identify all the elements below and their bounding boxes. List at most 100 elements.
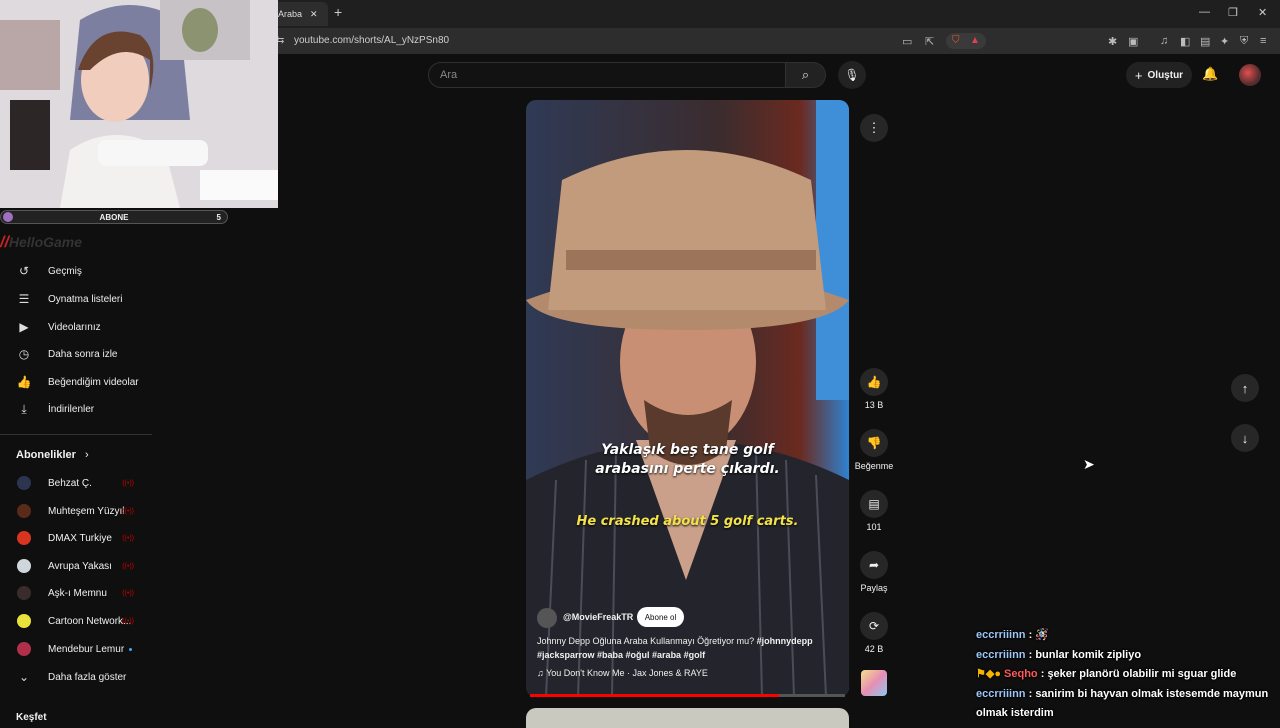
subscription-label: Behzat Ç. [48,477,92,489]
subscription-mendebur-lemur[interactable]: Mendebur Lemur [0,636,152,662]
sidebar-item-liked-videos[interactable]: 👍 Beğendiğim videolar [0,369,152,395]
cast-icon[interactable]: ▭ [902,35,912,48]
search-input[interactable] [428,62,786,88]
plus-icon: + [1134,67,1143,83]
chat-username: Seqho [1004,668,1038,680]
subscription-muhtesem-yuzyil[interactable]: Muhteşem Yüzyıl ((•)) [0,498,152,524]
next-short-button[interactable]: ↓ [1231,424,1259,452]
subscription-behzat[interactable]: Behzat Ç. ((•)) [0,470,152,496]
account-avatar[interactable] [1239,64,1261,86]
sidebar-toggle-icon[interactable]: ◧ [1180,35,1190,48]
video-progress-bar[interactable] [530,694,845,697]
chat-separator: : [1025,629,1036,641]
minimize-icon[interactable]: — [1199,6,1210,18]
reader-icon[interactable]: ▣ [1128,35,1138,48]
video-frame-image [526,100,849,697]
sound-thumbnail[interactable] [861,670,887,696]
previous-short-button[interactable]: ↑ [1231,374,1259,402]
sidebar-item-watch-later[interactable]: ◷ Daha sonra izle [0,341,152,367]
more-options-button[interactable]: ⋮ [860,114,888,142]
subscriptions-heading[interactable]: Abonelikler › [16,449,89,461]
close-window-icon[interactable]: ✕ [1258,6,1267,19]
subtitle-line: Yaklaşık beş tane golf [601,442,774,458]
chat-message: ⚑◆● Seqho : şeker planörü olabilir mi sg… [976,665,1276,685]
chat-separator: : [1037,668,1048,680]
comments-button[interactable]: ▤ 101 [854,490,894,532]
video-title[interactable]: Johnny Depp Oğluna Araba Kullanmayı Öğre… [537,634,827,662]
thumbs-down-icon: 👎 [860,429,888,457]
more-vert-icon: ⋮ [867,120,881,135]
next-video-preview[interactable] [526,708,849,728]
tab-title: Araba [278,9,303,19]
explore-heading: Keşfet [16,712,47,723]
share-icon: ➦ [860,551,888,579]
create-button[interactable]: + Oluştur [1126,62,1192,88]
channel-name[interactable]: @MovieFreakTR [563,612,633,622]
remix-button[interactable]: ⟳ 42 B [854,612,894,654]
subscription-ask-i-memnu[interactable]: Aşk-ı Memnu ((•)) [0,580,152,606]
chat-username: eccrriiinn [976,629,1026,641]
search-placeholder: Ara [440,69,458,81]
arrow-up-icon: ↑ [1241,380,1249,396]
like-button[interactable]: 👍 13 B [854,368,894,410]
url-text[interactable]: youtube.com/shorts/AL_yNzPSn80 [294,35,449,46]
shields-group[interactable]: ⛉ ▲ [946,33,986,49]
channel-avatar [17,614,31,628]
voice-search-button[interactable]: 🎙 [838,61,866,89]
watch-later-icon: ◷ [18,347,30,361]
channel-avatar[interactable] [537,608,557,628]
subscription-cartoon-network[interactable]: Cartoon Network... ((•)) [0,608,152,634]
live-indicator-icon: ((•)) [122,617,134,625]
comment-icon: ▤ [860,490,888,518]
stream-logo-watermark: //HelloGame [0,234,83,251]
subscription-label: Muhteşem Yüzyıl [48,505,125,517]
subscribe-button[interactable]: Abone ol [637,607,684,627]
music-attribution[interactable]: ♫ You Don't Know Me · Jax Jones & RAYE [537,668,708,678]
share-button[interactable]: ➦ Paylaş [854,551,894,593]
new-content-dot [129,647,132,651]
notifications-bell-icon[interactable]: 🔔 [1202,66,1218,82]
webcam-overlay [0,0,278,208]
sidebar-item-your-videos[interactable]: ▶ Videolarınız [0,314,152,340]
wallet-icon[interactable]: ▤ [1200,35,1210,48]
create-label: Oluştur [1147,69,1184,81]
sidebar-item-label: Oynatma listeleri [48,293,123,305]
shorts-video-player[interactable] [526,100,849,697]
channel-avatar [17,531,31,545]
music-icon[interactable]: ♫ [1160,35,1168,47]
share-page-icon[interactable]: ⇱ [925,35,934,48]
show-more-button[interactable]: ⌄ Daha fazla göster [0,664,152,690]
browser-tab[interactable]: Araba ✕ [272,2,328,26]
sidebar-item-label: Geçmiş [48,265,82,277]
subscription-label: Cartoon Network... [48,615,132,627]
channel-avatar [17,586,31,600]
restore-icon[interactable]: ❐ [1228,6,1238,19]
close-tab-icon[interactable]: ✕ [310,9,318,20]
chat-text: bunlar komik zipliyo [1035,648,1142,661]
show-more-label: Daha fazla göster [48,671,127,683]
new-tab-button[interactable]: + [334,4,342,20]
sidebar-item-history[interactable]: ↺ Geçmiş [0,258,152,284]
sidebar-item-playlists[interactable]: ☰ Oynatma listeleri [0,286,152,312]
subscription-avrupa-yakasi[interactable]: Avrupa Yakası ((•)) [0,553,152,579]
rewards-icon[interactable]: ▲ [970,35,980,46]
extensions-icon[interactable]: ✱ [1108,35,1117,48]
history-icon: ↺ [18,264,30,278]
vpn-icon[interactable]: ⛨ [1240,35,1248,48]
chat-text: 🪅 [1035,629,1050,641]
menu-icon[interactable]: ≡ [1260,35,1266,47]
subscription-label: Aşk-ı Memnu [48,587,107,599]
comment-count: 101 [866,522,882,532]
video-progress-fill [530,694,779,697]
subtitle-english: He crashed about 5 golf carts. [576,514,799,529]
sidebar-item-downloads[interactable]: ⤓ İndirilenler [0,396,152,422]
search-button[interactable]: ⌕ [786,62,826,88]
share-label: Paylaş [860,583,888,593]
goal-icon [3,212,13,222]
subscription-label: DMAX Turkiye [48,532,112,544]
music-note-icon: ♫ [537,668,544,678]
brave-shield-icon[interactable]: ⛉ [952,35,960,46]
subscription-dmax[interactable]: DMAX Turkiye ((•)) [0,525,152,551]
dislike-button[interactable]: 👎 Beğenme [854,429,894,471]
leo-ai-icon[interactable]: ✦ [1220,35,1229,48]
